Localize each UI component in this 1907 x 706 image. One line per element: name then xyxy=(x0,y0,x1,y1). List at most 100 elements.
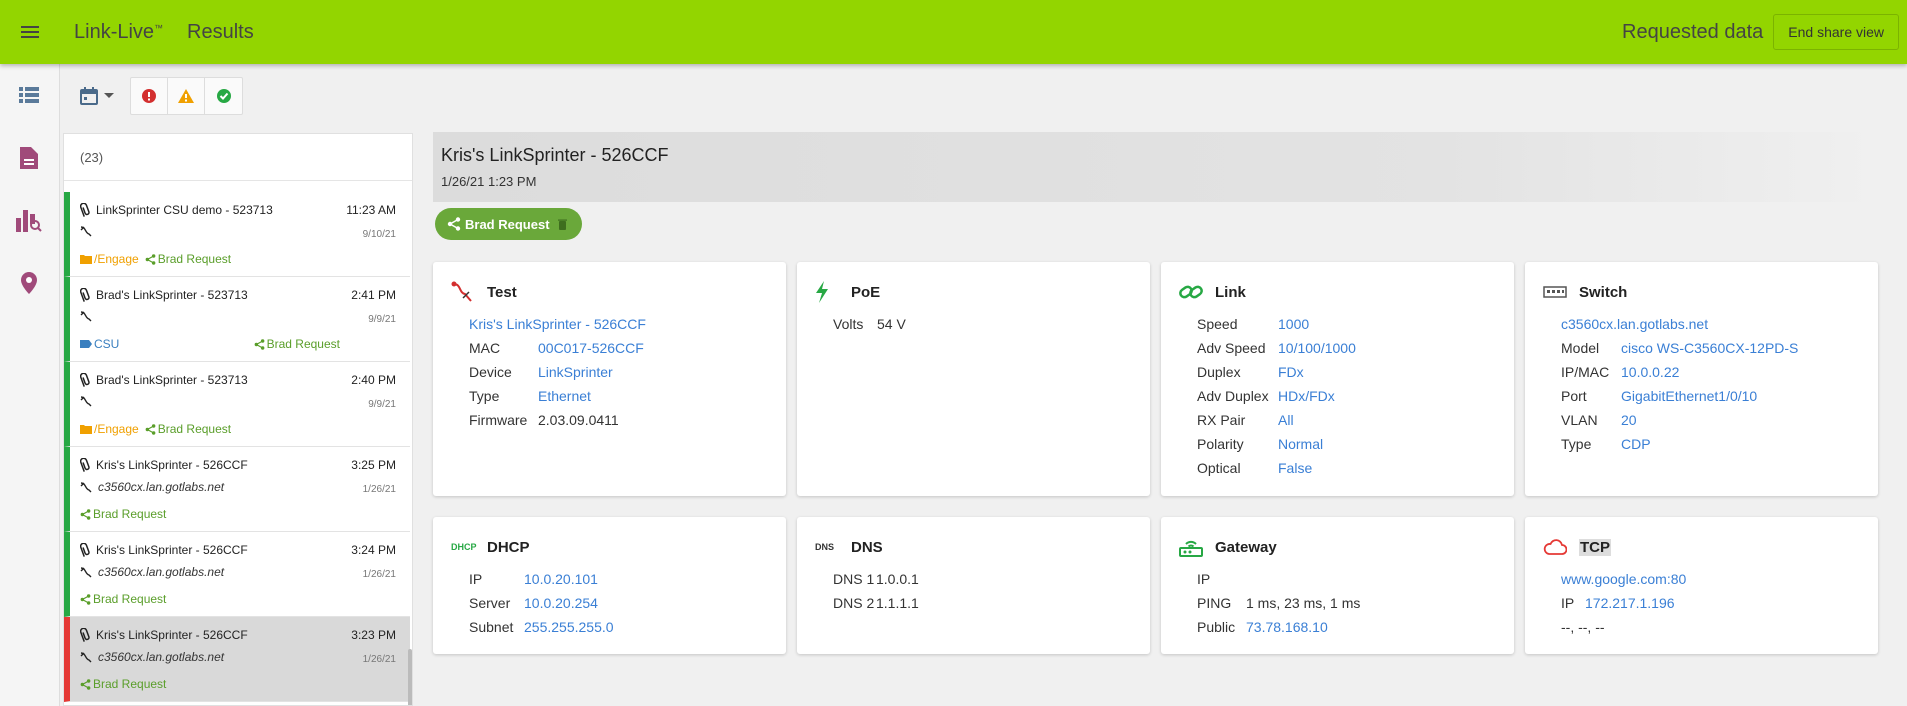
paperclip-icon xyxy=(80,458,96,472)
test-name-link[interactable]: Kris's LinkSprinter - 526CCF xyxy=(469,316,646,332)
success-filter-button[interactable] xyxy=(205,78,242,114)
info-row: Adv Speed 10/100/1000 xyxy=(1179,336,1496,360)
share-chip-label: Brad Request xyxy=(465,216,550,232)
result-list-item[interactable]: Brad's LinkSprinter - 523713 2:41 PM 9/9/2… xyxy=(64,277,410,362)
label-tag[interactable]: CSU xyxy=(80,337,119,351)
list-scrollbar[interactable] xyxy=(408,649,412,705)
dns-card: DNS DNS DNS 1 1.0.0.1 DNS 2 1.1.1.1 xyxy=(797,517,1150,654)
row-key: IP xyxy=(469,571,483,587)
share-request-chip[interactable]: Brad Request xyxy=(435,208,582,240)
row-value[interactable]: Ethernet xyxy=(538,388,591,404)
row-value[interactable]: False xyxy=(1278,460,1312,476)
result-list-item[interactable]: Kris's LinkSprinter - 526CCF 3:24 PM c3560… xyxy=(64,532,410,617)
tcp-card: TCP www.google.com:80 IP 172.217.1.196 -… xyxy=(1525,517,1878,654)
result-list-item[interactable]: LinkSprinter CSU demo - 523713 11:23 AM 9/… xyxy=(64,192,410,277)
folder-tag[interactable]: /Engage xyxy=(80,422,139,436)
hamburger-menu-icon[interactable] xyxy=(0,0,60,64)
tcp-target-link[interactable]: www.google.com:80 xyxy=(1561,571,1686,587)
row-value[interactable]: FDx xyxy=(1278,364,1304,380)
top-app-bar: Link-Live™ Results Requested data End sh… xyxy=(0,0,1907,64)
switch-name-link[interactable]: c3560cx.lan.gotlabs.net xyxy=(1561,316,1708,332)
results-list: LinkSprinter CSU demo - 523713 11:23 AM 9/… xyxy=(64,192,410,702)
end-share-view-button[interactable]: End share view xyxy=(1773,14,1899,50)
date-range-dropdown[interactable] xyxy=(72,78,122,114)
row-value[interactable]: 10/100/1000 xyxy=(1278,340,1356,356)
result-date: 1/26/21 1:23 PM xyxy=(441,174,537,189)
share-tag[interactable]: Brad Request xyxy=(80,507,166,521)
reports-document-icon[interactable] xyxy=(16,145,42,171)
dhcp-heading: DHCP xyxy=(487,538,530,556)
row-key: Adv Speed xyxy=(1197,340,1266,356)
row-value[interactable]: GigabitEthernet1/0/10 xyxy=(1621,388,1757,404)
item-date: 9/9/21 xyxy=(368,314,396,325)
share-icon xyxy=(80,593,93,605)
info-row: PING 1 ms, 23 ms, 1 ms xyxy=(1179,591,1496,615)
poe-heading: PoE xyxy=(851,283,881,301)
results-list-icon[interactable] xyxy=(16,82,42,108)
share-tag[interactable]: Brad Request xyxy=(145,252,231,266)
row-value[interactable]: 00C017-526CCF xyxy=(538,340,644,356)
share-tag[interactable]: Brad Request xyxy=(254,337,340,351)
share-tag[interactable]: Brad Request xyxy=(80,677,166,691)
chevron-down-icon xyxy=(104,93,114,98)
warning-filter-button[interactable] xyxy=(168,78,205,114)
gateway-card: Gateway IP PING 1 ms, 23 ms, 1 ms Public 73.… xyxy=(1161,517,1514,654)
row-value[interactable]: 255.255.255.0 xyxy=(524,619,614,635)
info-row: RX Pair All xyxy=(1179,408,1496,432)
row-value[interactable]: 10.0.20.101 xyxy=(524,571,598,587)
row-value: 54 V xyxy=(877,316,906,332)
row-value[interactable]: LinkSprinter xyxy=(538,364,613,380)
folder-tag[interactable]: /Engage xyxy=(80,252,139,266)
tcp-ip-value[interactable]: 172.217.1.196 xyxy=(1585,595,1675,611)
row-value[interactable]: 20 xyxy=(1621,412,1637,428)
warning-icon xyxy=(178,89,194,103)
cloud-icon xyxy=(1543,535,1569,559)
info-row: DNS 2 1.1.1.1 xyxy=(815,591,1132,615)
location-pin-icon[interactable] xyxy=(16,270,42,296)
row-value[interactable]: CDP xyxy=(1621,436,1651,452)
item-time: 2:40 PM xyxy=(351,373,396,387)
row-key: Type xyxy=(469,388,500,404)
share-icon xyxy=(145,253,158,265)
row-value: 1 ms, 23 ms, 1 ms xyxy=(1246,595,1361,611)
item-title: Kris's LinkSprinter - 526CCF xyxy=(96,628,248,642)
share-tag[interactable]: Brad Request xyxy=(145,422,231,436)
row-key: Server xyxy=(469,595,511,611)
share-tag-label: Brad Request xyxy=(266,337,340,351)
row-value[interactable]: cisco WS-C3560CX-12PD-S xyxy=(1621,340,1798,356)
brand-name[interactable]: Link-Live™ xyxy=(74,21,163,44)
info-row: Type CDP xyxy=(1543,432,1860,456)
row-key: Adv Duplex xyxy=(1197,388,1269,404)
item-title: LinkSprinter CSU demo - 523713 xyxy=(96,203,273,217)
row-value[interactable]: 10.0.0.22 xyxy=(1621,364,1679,380)
row-value[interactable]: 1000 xyxy=(1278,316,1309,332)
row-value[interactable]: Normal xyxy=(1278,436,1323,452)
row-value[interactable]: 10.0.20.254 xyxy=(524,595,598,611)
result-list-item[interactable]: Kris's LinkSprinter - 526CCF 3:23 PM c3560… xyxy=(64,617,410,702)
item-time: 2:41 PM xyxy=(351,288,396,302)
page-title: Results xyxy=(187,20,254,43)
row-key: RX Pair xyxy=(1197,412,1246,428)
dns-heading: DNS xyxy=(851,538,883,556)
cable-test-icon xyxy=(451,280,477,304)
requested-data-label: Requested data xyxy=(1622,20,1764,43)
row-value[interactable]: 73.78.168.10 xyxy=(1246,619,1328,635)
row-key: Volts xyxy=(833,316,864,332)
share-tag[interactable]: Brad Request xyxy=(80,592,166,606)
result-list-item[interactable]: Kris's LinkSprinter - 526CCF 3:25 PM c3560… xyxy=(64,447,410,532)
info-row: Model cisco WS-C3560CX-12PD-S xyxy=(1543,336,1860,360)
error-filter-button[interactable] xyxy=(131,78,168,114)
row-value[interactable]: All xyxy=(1278,412,1294,428)
dns-icon: DNS xyxy=(815,542,835,552)
folder-tag-label: /Engage xyxy=(94,422,139,436)
link-card: Link Speed 1000 Adv Speed 10/100/1000 Duplex… xyxy=(1161,262,1514,496)
results-list-panel: (23) LinkSprinter CSU demo - 523713 11:23… xyxy=(63,133,413,706)
item-date: 1/26/21 xyxy=(362,569,396,580)
analytics-chart-icon[interactable] xyxy=(16,207,42,233)
info-row: Public 73.78.168.10 xyxy=(1179,615,1496,639)
result-list-item[interactable]: Brad's LinkSprinter - 523713 2:40 PM 9/9/2… xyxy=(64,362,410,447)
test-card: Test Kris's LinkSprinter - 526CCF MAC 00C… xyxy=(433,262,786,496)
row-value[interactable]: HDx/FDx xyxy=(1278,388,1335,404)
delete-icon[interactable] xyxy=(558,217,572,231)
result-title: Kris's LinkSprinter - 526CCF xyxy=(441,145,669,165)
